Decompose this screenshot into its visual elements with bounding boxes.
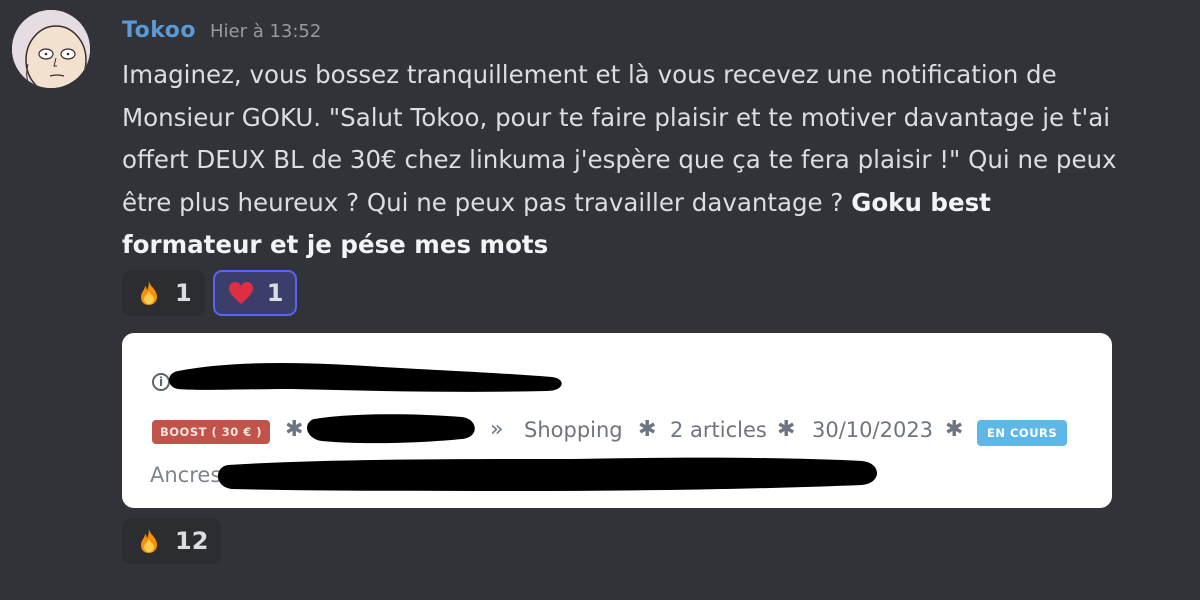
fire-icon: [141, 281, 157, 305]
reaction-heart[interactable]: 1: [212, 270, 298, 316]
message-content: Imaginez, vous bossez tranquillement et …: [122, 54, 1122, 267]
message-header: Tokoo Hier à 13:52: [122, 18, 321, 43]
message-reactions: 1 1: [122, 270, 298, 316]
redaction-marks: [169, 363, 877, 491]
avatar-face-icon: [12, 10, 90, 88]
redaction-stroke-site: [307, 414, 475, 444]
image-attachment[interactable]: i BOOST ( 30 € ) ✱ » Shopping ✱ 2 articl…: [122, 333, 1112, 508]
redaction-stroke-title: [169, 363, 562, 392]
fire-icon: [141, 529, 157, 553]
redaction-stroke-anchors: [217, 457, 877, 491]
reaction-count: 12: [175, 527, 209, 555]
timestamp: Hier à 13:52: [209, 21, 322, 42]
chat-message: Tokoo Hier à 13:52 Imaginez, vous bossez…: [0, 0, 1200, 600]
reaction-count: 1: [175, 279, 192, 307]
reaction-fire[interactable]: 12: [122, 518, 222, 564]
reaction-fire[interactable]: 1: [122, 270, 205, 316]
reaction-count: 1: [266, 279, 284, 307]
username[interactable]: Tokoo: [122, 18, 196, 43]
heart-icon: [228, 282, 253, 304]
avatar[interactable]: [12, 10, 90, 88]
attachment-reactions: 12: [122, 518, 222, 564]
